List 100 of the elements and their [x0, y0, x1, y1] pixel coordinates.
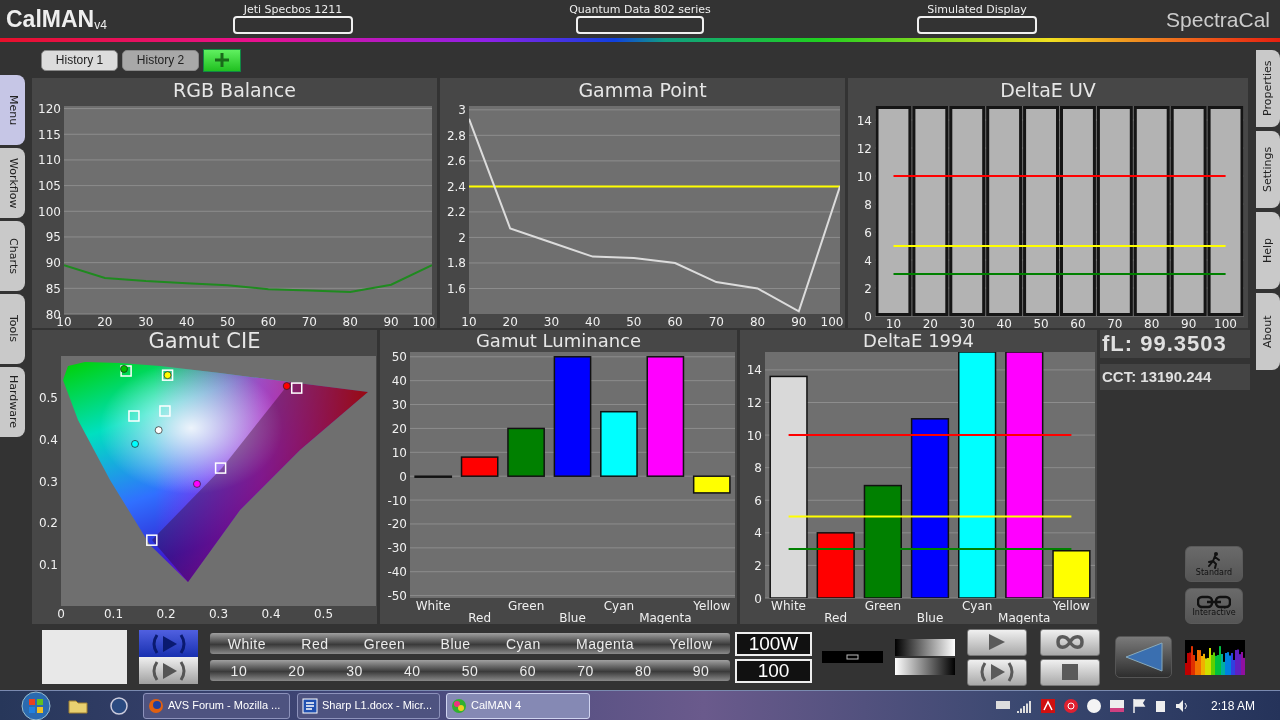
axis-label: 85: [45, 281, 61, 296]
level-option[interactable]: 30: [346, 663, 363, 678]
round-logo-icon[interactable]: [110, 696, 128, 715]
axis-label: 30: [543, 315, 560, 328]
back-button[interactable]: [1115, 636, 1172, 678]
stop-button[interactable]: [1040, 658, 1100, 686]
taskbar-button[interactable]: Sharp L1.docx - Micr...: [297, 692, 440, 719]
side-tab[interactable]: Properties: [1256, 50, 1280, 127]
axis-label: 105: [38, 179, 61, 194]
axis-label: 90: [1181, 317, 1197, 328]
level-option[interactable]: 90: [692, 663, 710, 678]
color-option[interactable]: Blue: [440, 636, 471, 651]
add-tab-button[interactable]: [203, 48, 241, 72]
gradient-icon: [895, 639, 955, 675]
axis-label: 50: [391, 352, 407, 365]
color-option[interactable]: Yellow: [669, 636, 713, 651]
axis-label: 2.2: [446, 205, 466, 220]
chart-title: DeltaE 1994: [862, 330, 975, 352]
axis-label: 14: [856, 113, 872, 128]
axis-label: 40: [391, 374, 407, 389]
loop-play-button[interactable]: [967, 658, 1027, 686]
axis-label: 50: [1033, 317, 1049, 328]
axis-label: 0.5: [313, 607, 334, 621]
axis-label: 60: [260, 315, 277, 328]
device-selector[interactable]: [233, 16, 353, 34]
axis-label: 70: [708, 315, 724, 328]
level-option[interactable]: 10: [230, 663, 248, 678]
start-button[interactable]: [20, 690, 52, 720]
level-option[interactable]: 80: [634, 663, 652, 678]
axis-label: 50: [219, 315, 236, 328]
axis-label: 20: [502, 315, 518, 328]
continuous-button[interactable]: [1040, 628, 1100, 656]
color-option[interactable]: White: [227, 636, 266, 651]
axis-label: -10: [387, 493, 407, 508]
play-button[interactable]: [967, 628, 1027, 656]
axis-label: 70: [301, 315, 317, 328]
level-option[interactable]: 60: [519, 663, 536, 678]
side-tab[interactable]: Help: [1256, 212, 1280, 289]
side-tab[interactable]: Hardware: [0, 367, 25, 437]
axis-label: Red: [468, 611, 492, 624]
axis-label: 80: [1144, 317, 1160, 328]
side-tab[interactable]: About: [1256, 293, 1280, 370]
axis-label: 50: [626, 315, 642, 328]
axis-label: 60: [667, 315, 683, 328]
axis-label: 2: [864, 281, 872, 296]
color-option[interactable]: Red: [301, 636, 329, 651]
plus-icon: [214, 52, 230, 68]
level-option[interactable]: 50: [461, 663, 479, 678]
history-tab[interactable]: History 1: [41, 49, 118, 71]
level-option[interactable]: 70: [577, 663, 594, 678]
axis-label: 30: [959, 317, 975, 328]
axis-label: Cyan: [961, 599, 993, 613]
side-tab[interactable]: Workflow: [0, 148, 25, 218]
document-icon: [302, 697, 318, 714]
axis-label: 40: [996, 317, 1012, 328]
chain-icon: [1197, 595, 1231, 609]
axis-label: Blue: [916, 611, 944, 624]
device-selector[interactable]: [917, 16, 1037, 34]
folder-icon[interactable]: [68, 697, 88, 714]
axis-label: 8: [754, 461, 762, 476]
side-tab[interactable]: Charts: [0, 221, 25, 291]
level-option[interactable]: 20: [288, 663, 305, 678]
axis-label: 8: [864, 197, 872, 212]
side-tab[interactable]: Menu: [0, 75, 25, 145]
axis-label: 0.2: [38, 516, 58, 531]
axis-label: 2.6: [446, 154, 466, 169]
history-tab[interactable]: History 2: [122, 49, 199, 71]
axis-label: 0.1: [103, 607, 124, 621]
axis-label: 1.8: [446, 256, 466, 271]
color-option[interactable]: Green: [363, 636, 406, 651]
loop-play-button[interactable]: [139, 657, 198, 684]
axis-label: 12: [856, 141, 872, 156]
chart-title: RGB Balance: [172, 78, 297, 102]
pdf-icon: [1039, 697, 1056, 714]
brand-text: SpectraCal: [1166, 7, 1271, 32]
color-option[interactable]: Cyan: [506, 636, 541, 651]
axis-label: 0.4: [38, 432, 58, 447]
axis-label: 10: [391, 445, 407, 460]
axis-label: -20: [387, 517, 407, 532]
axis-label: 20: [922, 317, 938, 328]
axis-label: 90: [45, 256, 61, 271]
chart-title: DeltaE UV: [999, 78, 1097, 102]
axis-label: Yellow: [1052, 599, 1090, 613]
axis-label: Red: [824, 611, 848, 624]
axis-label: 6: [754, 493, 762, 508]
color-option[interactable]: Magenta: [576, 636, 634, 651]
side-tab[interactable]: Tools: [0, 294, 25, 364]
chart-title: Gamut CIE: [147, 330, 262, 352]
axis-label: 2: [458, 230, 466, 245]
taskbar-button[interactable]: AVS Forum - Mozilla ...: [143, 692, 290, 719]
axis-label: 95: [45, 230, 61, 245]
device-selector[interactable]: [576, 16, 704, 34]
axis-label: 2: [754, 558, 762, 573]
side-tab[interactable]: Settings: [1256, 131, 1280, 208]
axis-label: White: [771, 599, 806, 613]
axis-label: 3: [458, 103, 466, 118]
level-option[interactable]: 40: [403, 663, 421, 678]
circle-icon: [1085, 697, 1102, 714]
infinity-icon: [1055, 633, 1085, 651]
clock-text: 2:18 AM: [1210, 697, 1255, 715]
